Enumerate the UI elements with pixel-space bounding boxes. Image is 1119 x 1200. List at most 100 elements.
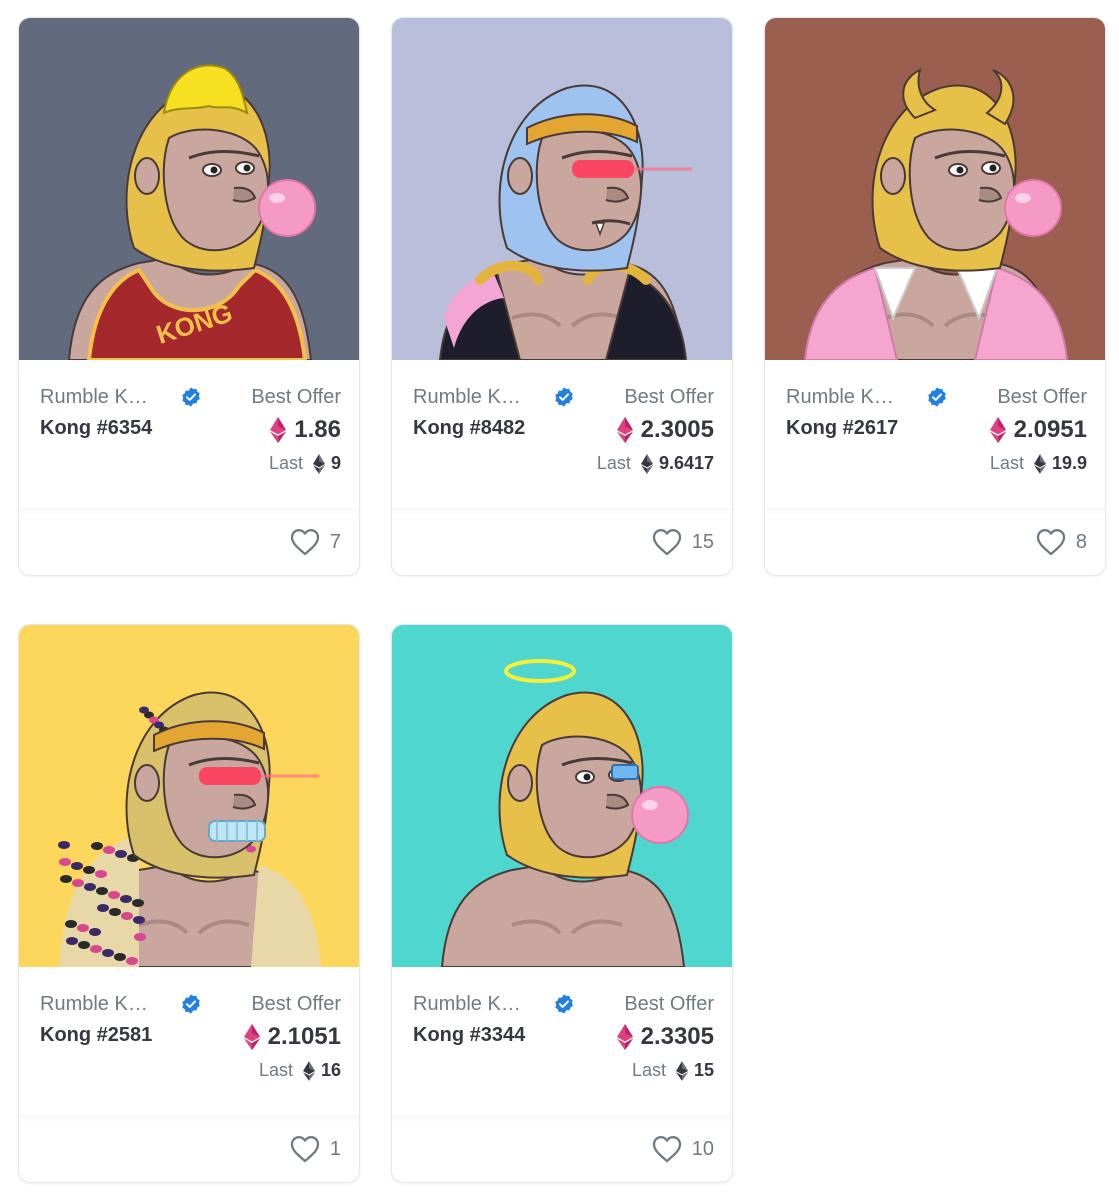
card-divider (392, 1115, 732, 1123)
collection-name[interactable]: Rumble Kong League (40, 993, 158, 1016)
token-name[interactable]: Kong #2617 (786, 417, 898, 440)
price-value: 2.3305 (640, 1023, 714, 1050)
last-value: 9.6417 (658, 453, 714, 473)
weth-icon (989, 417, 1006, 443)
eth-icon (1033, 453, 1046, 474)
kong-artwork (392, 18, 732, 360)
collection-name[interactable]: Rumble Kong League (786, 386, 904, 409)
last-sale: Last 19.9 (990, 453, 1087, 474)
token-name[interactable]: Kong #2581 (40, 1024, 152, 1047)
last-value: 16 (320, 1060, 341, 1080)
verified-badge-icon (555, 994, 573, 1014)
nft-card[interactable]: Rumble Kong League Kong #2581 Best Offer… (18, 624, 360, 1183)
last-label: Last (631, 1060, 666, 1080)
heart-icon[interactable] (290, 1135, 320, 1163)
price-value: 2.0951 (1013, 416, 1087, 443)
eth-icon (302, 1060, 315, 1081)
kong-artwork (19, 625, 359, 967)
last-sale: Last 9.6417 (597, 453, 714, 474)
card-footer: 1 (19, 1123, 359, 1182)
best-offer-price: 2.3005 (616, 416, 714, 444)
best-offer-price: 2.3305 (616, 1023, 714, 1051)
nft-card[interactable]: Rumble Kong League Kong #2617 Best Offer… (764, 17, 1106, 576)
heart-icon[interactable] (652, 528, 682, 556)
best-offer-label: Best Offer (251, 993, 341, 1015)
verified-badge-icon (555, 387, 573, 407)
kong-artwork (392, 625, 732, 967)
weth-icon (616, 417, 633, 443)
favorite-button[interactable]: 15 (652, 528, 714, 556)
nft-image[interactable] (19, 625, 359, 967)
eth-icon (312, 453, 325, 474)
weth-icon (270, 417, 287, 443)
last-value: 15 (693, 1060, 714, 1080)
card-info: Rumble Kong League Kong #8482 Best Offer… (392, 360, 732, 508)
card-divider (392, 508, 732, 516)
best-offer-price: 1.86 (270, 416, 341, 444)
nft-image[interactable] (765, 18, 1105, 360)
card-footer: 7 (19, 516, 359, 575)
last-label: Last (258, 1060, 293, 1080)
eth-icon (640, 453, 653, 474)
collection-name[interactable]: Rumble Kong League (413, 386, 531, 409)
token-name[interactable]: Kong #3344 (413, 1024, 525, 1047)
best-offer-label: Best Offer (624, 386, 714, 408)
nft-image[interactable] (392, 18, 732, 360)
favorite-button[interactable]: 8 (1036, 528, 1087, 556)
price-value: 2.3005 (640, 416, 714, 443)
heart-icon[interactable] (1036, 528, 1066, 556)
kong-artwork: KONG (19, 18, 359, 360)
verified-badge-icon (182, 994, 200, 1014)
heart-icon[interactable] (290, 528, 320, 556)
nft-card[interactable]: KONG Rumble Kong League Kong #6354 Best … (18, 17, 360, 576)
nft-card[interactable]: Rumble Kong League Kong #8482 Best Offer… (391, 17, 733, 576)
favorite-button[interactable]: 7 (290, 528, 341, 556)
last-label: Last (989, 453, 1024, 473)
eth-icon (675, 1060, 688, 1081)
favorite-count: 10 (691, 1137, 714, 1160)
last-sale: Last 9 (269, 453, 341, 474)
favorite-count: 15 (691, 530, 714, 553)
last-label: Last (596, 453, 631, 473)
favorite-count: 8 (1075, 530, 1087, 553)
card-info: Rumble Kong League Kong #6354 Best Offer… (19, 360, 359, 508)
best-offer-label: Best Offer (997, 386, 1087, 408)
card-footer: 15 (392, 516, 732, 575)
card-footer: 8 (765, 516, 1105, 575)
favorite-count: 1 (329, 1137, 341, 1160)
token-name[interactable]: Kong #6354 (40, 417, 152, 440)
nft-card[interactable]: Rumble Kong League Kong #3344 Best Offer… (391, 624, 733, 1183)
kong-artwork (765, 18, 1105, 360)
card-info: Rumble Kong League Kong #2617 Best Offer… (765, 360, 1105, 508)
verified-badge-icon (182, 387, 200, 407)
last-sale: Last 16 (259, 1060, 341, 1081)
nft-image[interactable] (392, 625, 732, 967)
weth-icon (616, 1024, 633, 1050)
best-offer-price: 2.1051 (243, 1023, 341, 1051)
verified-badge-icon (928, 387, 946, 407)
best-offer-label: Best Offer (251, 386, 341, 408)
collection-name[interactable]: Rumble Kong League (413, 993, 531, 1016)
favorite-button[interactable]: 1 (290, 1135, 341, 1163)
card-divider (19, 508, 359, 516)
card-info: Rumble Kong League Kong #2581 Best Offer… (19, 967, 359, 1115)
card-footer: 10 (392, 1123, 732, 1182)
price-value: 2.1051 (267, 1023, 341, 1050)
nft-image[interactable]: KONG (19, 18, 359, 360)
last-value: 19.9 (1051, 453, 1087, 473)
card-divider (765, 508, 1105, 516)
last-value: 9 (330, 453, 341, 473)
card-divider (19, 1115, 359, 1123)
favorite-count: 7 (329, 530, 341, 553)
collection-name[interactable]: Rumble Kong League (40, 386, 158, 409)
token-name[interactable]: Kong #8482 (413, 417, 525, 440)
card-info: Rumble Kong League Kong #3344 Best Offer… (392, 967, 732, 1115)
best-offer-label: Best Offer (624, 993, 714, 1015)
best-offer-price: 2.0951 (989, 416, 1087, 444)
heart-icon[interactable] (652, 1135, 682, 1163)
favorite-button[interactable]: 10 (652, 1135, 714, 1163)
last-sale: Last 15 (632, 1060, 714, 1081)
weth-icon (243, 1024, 260, 1050)
price-value: 1.86 (294, 416, 341, 443)
last-label: Last (268, 453, 303, 473)
